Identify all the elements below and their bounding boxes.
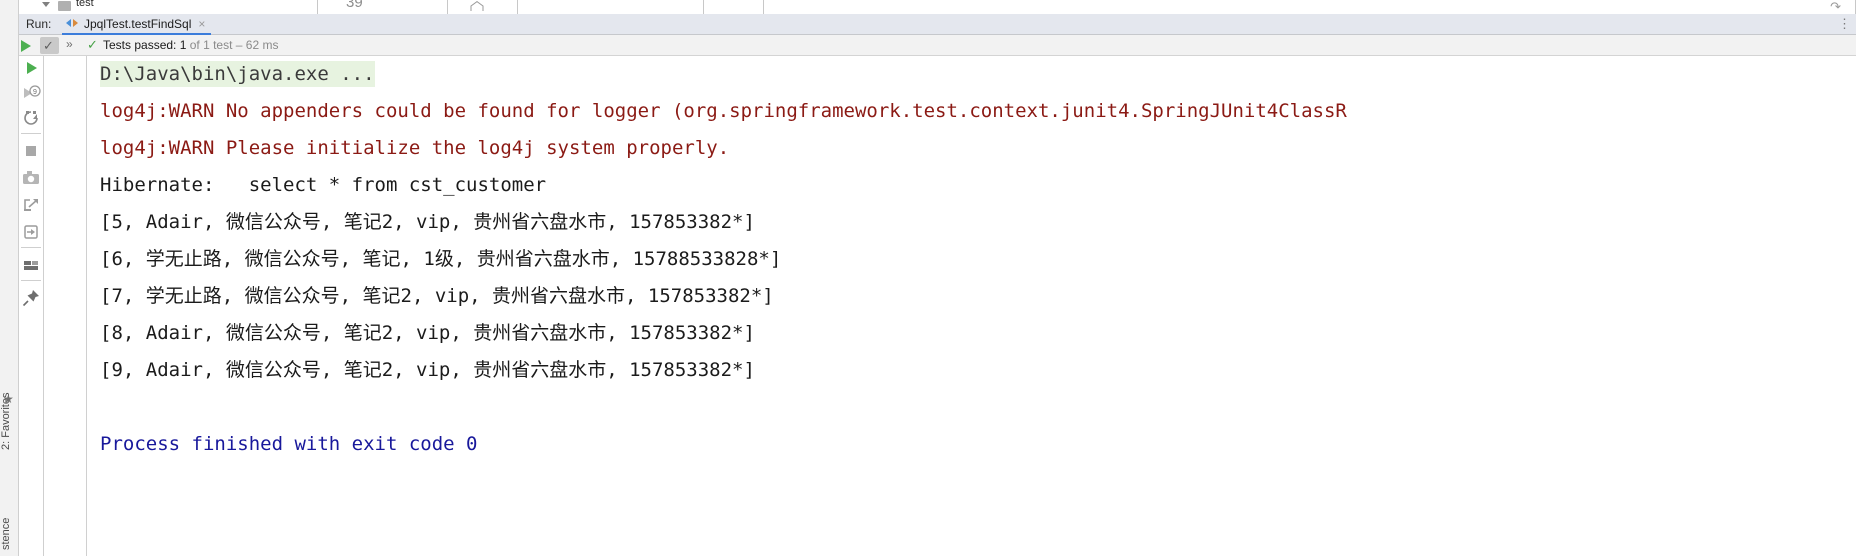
layout-glyph-icon (24, 261, 38, 270)
close-icon[interactable]: × (198, 18, 205, 30)
console-line: Process finished with exit code 0 (100, 433, 478, 455)
ide-run-tool-window: test 39 ↷ Run: JpqlTest.testFindSql × ⋮ (0, 0, 1856, 556)
console-line-text: D:\Java\bin\java.exe ... (100, 61, 375, 87)
run-tool-window-header: Run: JpqlTest.testFindSql × ⋮ (0, 14, 1856, 35)
stop-glyph-icon (26, 146, 36, 156)
console-line: [8, Adair, 微信公众号, 笔记2, vip, 贵州省六盘水市, 157… (100, 322, 755, 344)
toolbar-divider-3 (21, 280, 41, 281)
import-glyph-icon (24, 199, 38, 211)
console-line: [6, 学无止路, 微信公众号, 笔记, 1级, 贵州省六盘水市, 157885… (100, 248, 782, 270)
console-line: log4j:WARN Please initialize the log4j s… (100, 137, 730, 159)
pin-icon[interactable] (19, 286, 43, 310)
window-options-icon[interactable]: ⋮ (1838, 16, 1852, 32)
tests-passed-check-icon: ✓ (87, 37, 98, 52)
layout-icon[interactable] (19, 253, 43, 277)
test-result-prefix: Tests passed: (103, 38, 180, 52)
test-result-text: Tests passed: 1 of 1 test – 62 ms (103, 38, 278, 52)
rerun-failed-icon[interactable]: 9 (19, 81, 43, 105)
project-tree-row[interactable]: test (0, 0, 318, 14)
rerun-failed-glyph-icon: 9 (24, 85, 41, 98)
run-window-label: Run: (26, 17, 52, 31)
rerun-icon[interactable] (19, 56, 43, 80)
tab-title: JpqlTest.testFindSql (84, 16, 192, 31)
console-line: [5, Adair, 微信公众号, 笔记2, vip, 贵州省六盘水市, 157… (100, 211, 755, 233)
toolbar-divider-1 (21, 133, 41, 134)
console-line: [7, 学无止路, 微信公众号, 笔记2, vip, 贵州省六盘水市, 1578… (100, 285, 774, 307)
toolbar-placeholder-1 (518, 0, 704, 14)
editor-line-number: 39 (318, 0, 448, 14)
stop-icon[interactable] (19, 139, 43, 163)
line-number-value: 39 (346, 0, 363, 11)
test-status-bar: ✓ » ✓ Tests passed: 1 of 1 test – 62 ms (0, 35, 1856, 56)
editor-top-strip: test 39 ↷ (0, 0, 1856, 14)
run-actions-toolbar: 9 (19, 56, 43, 326)
toolbar-placeholder-2 (704, 0, 764, 14)
persistence-label: stence (0, 517, 12, 550)
toolbar-divider-2 (21, 247, 41, 248)
console-line: [9, Adair, 微信公众号, 笔记2, vip, 贵州省六盘水市, 157… (100, 359, 755, 381)
console-line: D:\Java\bin\java.exe ... (87, 56, 1856, 93)
svg-text:9: 9 (33, 89, 37, 96)
tool-window-persistence[interactable]: stence (0, 430, 19, 550)
home-button[interactable] (448, 0, 518, 14)
rerun-glyph-icon (27, 62, 37, 74)
import-results-icon[interactable] (19, 193, 43, 217)
auto-test-glyph-icon (24, 111, 38, 125)
home-icon (470, 1, 484, 11)
console-line: log4j:WARN No appenders could be found f… (100, 100, 1347, 122)
run-play-icon[interactable] (21, 40, 31, 52)
camera-glyph-icon (23, 171, 39, 184)
show-passed-toggle-icon[interactable]: ✓ (40, 37, 59, 54)
tree-expand-triangle-icon[interactable] (42, 2, 50, 7)
test-result-suffix: of 1 test – 62 ms (186, 38, 279, 52)
export-arrow-glyph-icon (24, 225, 38, 239)
console-output[interactable]: D:\Java\bin\java.exe ... log4j:WARN No ap… (87, 56, 1856, 556)
left-tool-window-strip: 2: Favorites ★ stence (0, 0, 19, 556)
curve-arrow-icon: ↷ (1830, 0, 1841, 14)
pin-glyph-icon (22, 290, 39, 307)
toggle-auto-test-icon[interactable] (19, 106, 43, 130)
export-snapshot-icon[interactable] (19, 166, 43, 190)
check-glyph-icon: ✓ (43, 38, 54, 53)
toolbar-placeholder-3: ↷ (764, 0, 1856, 14)
open-in-tab-icon[interactable] (19, 220, 43, 244)
run-configuration-icon (66, 17, 80, 30)
expand-options-icon[interactable]: » (66, 37, 73, 51)
star-icon: ★ (3, 392, 14, 406)
tree-item-label: test (76, 0, 94, 9)
console-fold-strip: ✓ ● (44, 56, 130, 556)
tab-jpqltest-testfindsql[interactable]: JpqlTest.testFindSql × (62, 14, 212, 35)
folder-icon (58, 1, 71, 11)
console-line: Hibernate: select * from cst_customer (100, 174, 547, 196)
